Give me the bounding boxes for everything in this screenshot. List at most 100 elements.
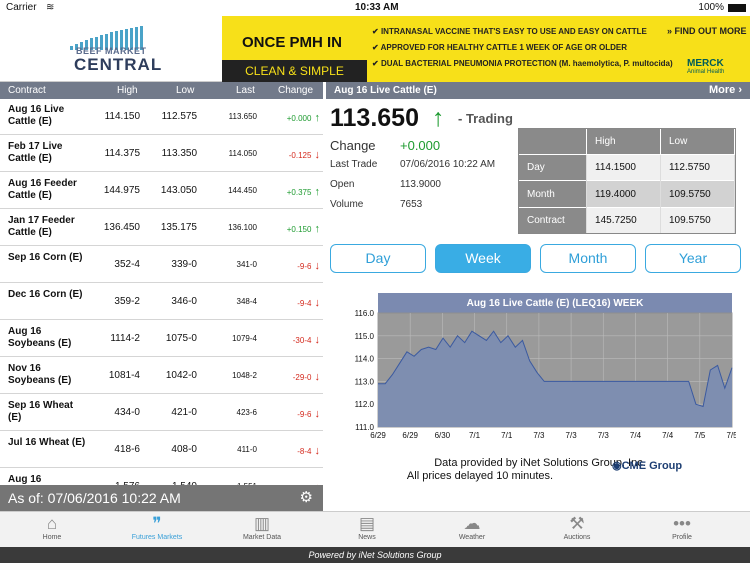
- open-value: 113.9000: [400, 179, 441, 190]
- row-last: 423-6: [236, 408, 257, 417]
- row-change: -9-6 ↓: [262, 260, 320, 272]
- stats-cell: 119.4000: [586, 180, 661, 208]
- arrow-down-icon: ↓: [311, 408, 320, 420]
- arrow-up-icon: ↑: [311, 223, 320, 235]
- current-price: 113.650: [330, 104, 419, 132]
- volume-label: Volume: [330, 199, 364, 210]
- y-tick-label: 115.0: [355, 332, 375, 341]
- row-low: 112.575: [161, 111, 197, 122]
- row-change-value: -30-4: [292, 336, 312, 345]
- stats-cell: 112.5750: [660, 153, 735, 181]
- y-tick-label: 116.0: [355, 309, 375, 318]
- row-low: 339-0: [171, 259, 197, 270]
- gear-icon[interactable]: ⚙: [300, 488, 313, 506]
- row-high: 1114-2: [110, 333, 140, 344]
- table-row[interactable]: Jul 16 Wheat (E) 418-6 408-0 411-0 -8-4 ↓: [0, 432, 323, 468]
- row-last: 1079-4: [232, 334, 257, 343]
- table-row[interactable]: Nov 16 Soybeans (E) 1081-4 1042-0 1048-2 -29…: [0, 358, 323, 394]
- stats-row-label: Month: [519, 180, 588, 208]
- table-row[interactable]: Aug 16 Live Cattle (E) 114.150 112.575 113.…: [0, 99, 323, 135]
- period-week-button[interactable]: Week: [435, 244, 531, 273]
- row-change-value: -9-4: [297, 299, 312, 308]
- table-row[interactable]: Sep 16 Corn (E) 352-4 339-0 341-0 -9-6 ↓: [0, 247, 323, 283]
- row-last: 114.050: [228, 149, 257, 158]
- table-row[interactable]: Aug 161,5761,5401,551-0.023 ↓: [0, 469, 323, 485]
- row-high: 114.375: [104, 148, 140, 159]
- row-high: 1081-4: [108, 370, 140, 381]
- row-contract: Aug 16 Live Cattle (E): [8, 104, 65, 127]
- ad-bullets: ✔ INTRANASAL VACCINE THAT'S EASY TO USE …: [372, 24, 673, 72]
- x-tick-label: 6/29: [402, 431, 418, 440]
- tab-news[interactable]: ▤ News: [317, 512, 417, 548]
- period-day-button[interactable]: Day: [330, 244, 426, 273]
- row-contract: Nov 16 Soybeans (E): [8, 363, 72, 386]
- table-row[interactable]: Aug 16 Soybeans (E) 1114-2 1075-0 1079-4 -30…: [0, 321, 323, 357]
- bar-chart-icon: ▥: [253, 514, 271, 533]
- delay-note: All prices delayed 10 minutes.: [406, 470, 554, 482]
- x-tick-label: 6/29: [370, 431, 386, 440]
- quote-icon: ❞: [152, 514, 162, 533]
- tab-label: Profile: [672, 534, 692, 541]
- stats-col-low: Low: [660, 129, 735, 155]
- table-row[interactable]: Feb 17 Live Cattle (E) 114.375 113.350 114.…: [0, 136, 323, 172]
- row-change: -30-4 ↓: [262, 334, 320, 346]
- col-low: Low: [176, 85, 195, 96]
- tab-market-data[interactable]: ▥ Market Data: [212, 512, 312, 548]
- arrow-down-icon: ↓: [311, 445, 320, 457]
- stats-cell: 109.5750: [660, 207, 735, 233]
- stats-corner: [519, 129, 588, 155]
- row-change-value: -9-6: [297, 410, 312, 419]
- open-label: Open: [330, 179, 355, 190]
- chart-title: Aug 16 Live Cattle (E) (LEQ16) WEEK: [467, 298, 644, 309]
- as-of-text: As of: 07/06/2016 10:22 AM: [8, 490, 181, 506]
- row-contract: Jan 17 Feeder Cattle (E): [8, 215, 75, 238]
- tab-auctions[interactable]: ⚒ Auctions: [527, 512, 627, 548]
- tab-home[interactable]: ⌂ Home: [2, 512, 102, 548]
- more-button[interactable]: More ›: [709, 84, 742, 96]
- cme-logo: ◉CME Group: [612, 460, 683, 472]
- logo-line2: CENTRAL: [74, 55, 163, 74]
- stats-cell: 145.7250: [586, 207, 661, 233]
- tab-futures-markets[interactable]: ❞ Futures Markets: [107, 512, 207, 548]
- x-tick-label: 7/4: [630, 431, 642, 440]
- tab-profile[interactable]: ••• Profile: [632, 512, 732, 548]
- table-row[interactable]: Dec 16 Corn (E) 359-2 346-0 348-4 -9-4 ↓: [0, 284, 323, 320]
- row-high: 114.150: [104, 111, 140, 122]
- ad-bullet: ✔ INTRANASAL VACCINE THAT'S EASY TO USE …: [372, 27, 647, 36]
- row-change-value: +0.150: [286, 225, 312, 234]
- row-change: +0.150 ↑: [262, 223, 320, 235]
- stats-cell: 109.5750: [660, 180, 735, 208]
- table-row[interactable]: Aug 16 Feeder Cattle (E) 144.975 143.050 14…: [0, 173, 323, 209]
- powered-by: Powered by iNet Solutions Group: [0, 547, 750, 563]
- battery-icon: [728, 4, 746, 12]
- clock: 10:33 AM: [355, 2, 399, 13]
- ad-banner[interactable]: ONCE PMH IN CLEAN & SIMPLE ✔ INTRANASAL …: [222, 16, 750, 82]
- ad-cta[interactable]: » FIND OUT MORE: [667, 26, 747, 36]
- battery-percent: 100%: [698, 2, 724, 13]
- house-icon: ⌂: [46, 514, 58, 533]
- row-last: 348-4: [236, 297, 257, 306]
- x-tick-label: 7/5: [694, 431, 706, 440]
- arrow-down-icon: ↓: [311, 371, 320, 383]
- period-year-button[interactable]: Year: [645, 244, 741, 273]
- x-tick-label: 7/4: [662, 431, 674, 440]
- row-low: 421-0: [171, 407, 197, 418]
- col-change: Change: [278, 85, 314, 96]
- col-last: Last: [236, 85, 255, 96]
- tab-weather[interactable]: ☁ Weather: [422, 512, 522, 548]
- last-trade-label: Last Trade: [330, 159, 378, 170]
- row-last: 113.650: [228, 112, 257, 121]
- tab-label: Market Data: [242, 534, 282, 541]
- table-row[interactable]: Sep 16 Wheat (E) 434-0 421-0 423-6 -9-6 ↓: [0, 395, 323, 431]
- col-contract: Contract: [8, 85, 46, 96]
- cloud-sun-icon: ☁: [463, 514, 481, 533]
- change-value: +0.000: [400, 138, 441, 153]
- row-low: 408-0: [171, 444, 197, 455]
- price-chart: Aug 16 Live Cattle (E) (LEQ16) WEEK 116.0…: [340, 293, 738, 445]
- table-row[interactable]: Jan 17 Feeder Cattle (E) 136.450 135.175 13…: [0, 210, 323, 246]
- x-tick-label: 6/30: [435, 431, 451, 440]
- volume-value: 7653: [400, 199, 423, 210]
- app-logo[interactable]: BEEF MARKET CENTRAL: [70, 26, 220, 76]
- period-month-button[interactable]: Month: [540, 244, 636, 273]
- y-tick-label: 113.0: [355, 377, 375, 386]
